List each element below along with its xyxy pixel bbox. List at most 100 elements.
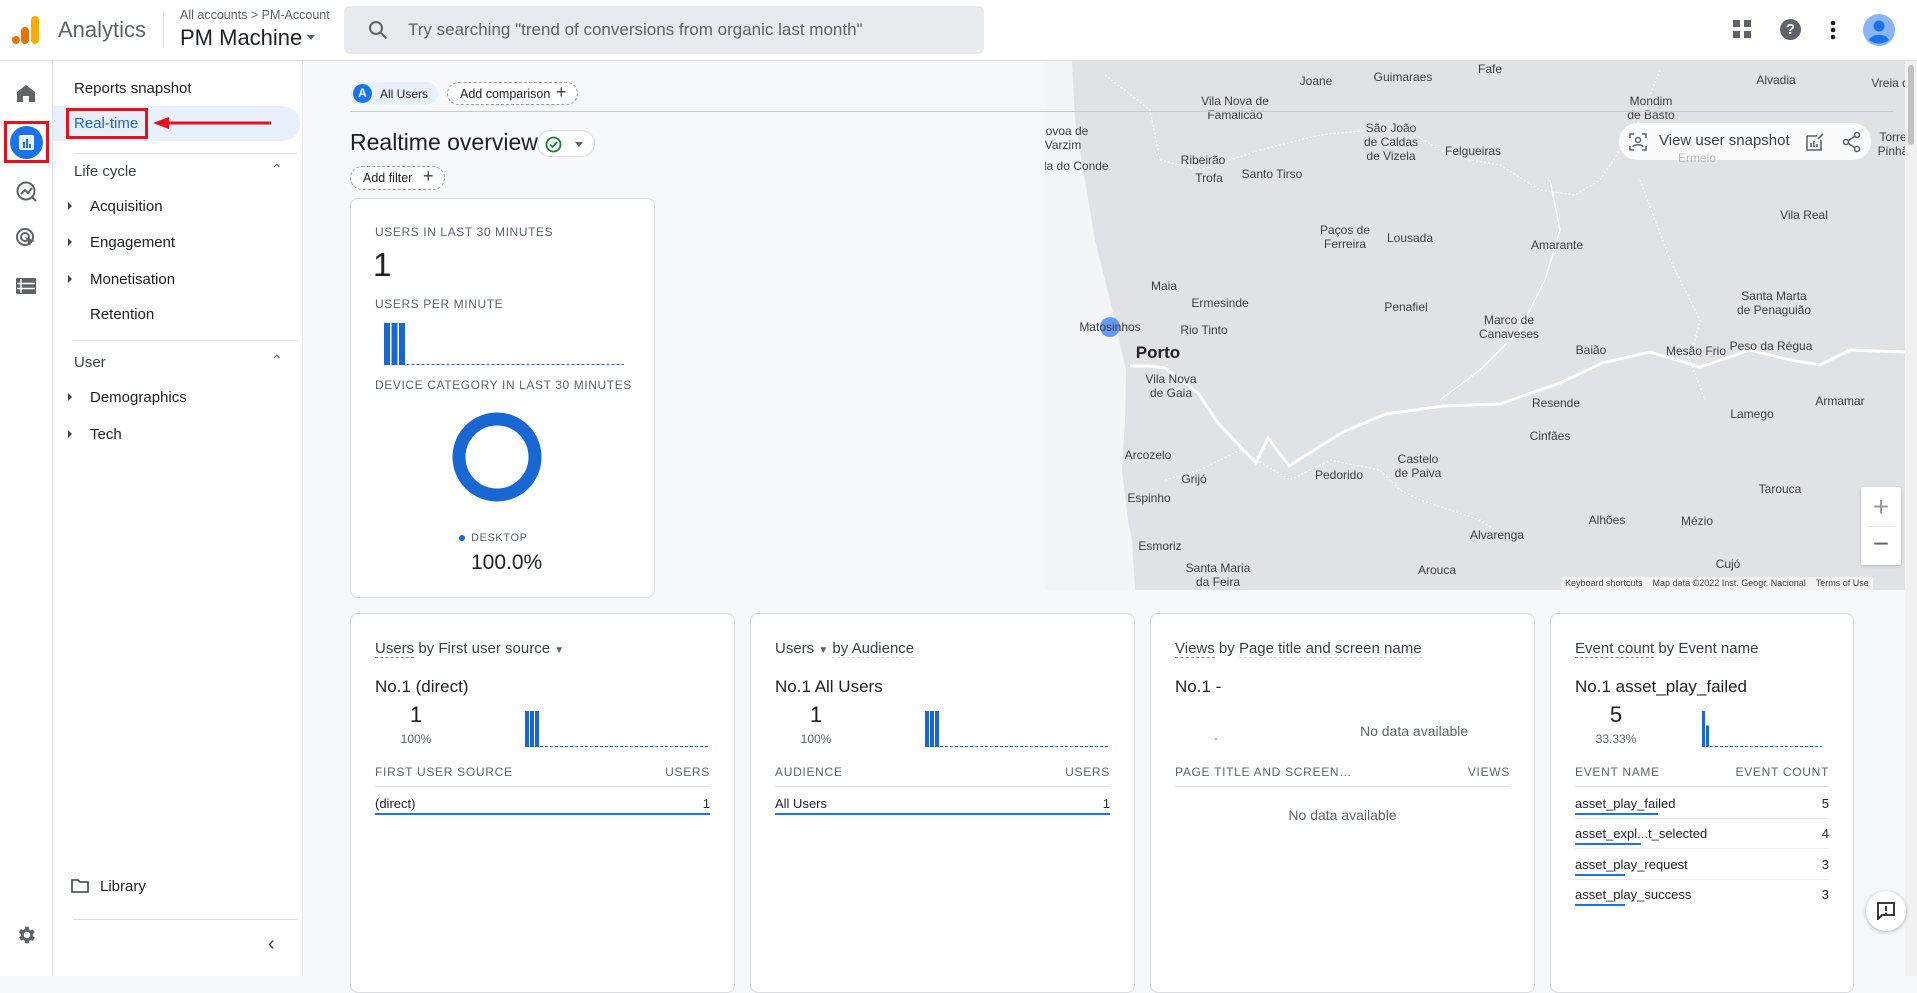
view-user-snapshot-button[interactable]: View user snapshot [1659, 132, 1790, 149]
map-place-label: Vila do Conde [1033, 159, 1109, 173]
keyboard-shortcuts-link[interactable]: Keyboard shortcuts [1565, 577, 1643, 590]
users-per-minute-chart[interactable] [384, 321, 624, 365]
avatar[interactable] [1863, 14, 1895, 46]
property-dropdown-icon[interactable] [307, 35, 315, 40]
nav-engagement[interactable]: Engagement [90, 234, 175, 251]
chevron-up-icon[interactable]: ⌃ [271, 352, 283, 369]
row-bar [1575, 813, 1658, 815]
card-title[interactable]: Event count by Event name [1575, 640, 1759, 658]
nav-demographics[interactable]: Demographics [90, 389, 187, 406]
segment-label: All Users [380, 87, 429, 101]
plus-icon: + [423, 166, 434, 186]
column-header: VIEWS [1467, 765, 1510, 779]
dropdown-icon: ▼ [818, 645, 829, 656]
zoom-in-button[interactable]: + [1861, 487, 1901, 526]
column-header: AUDIENCE [775, 765, 843, 779]
nav-acquisition[interactable]: Acquisition [90, 198, 163, 215]
card-title[interactable]: Views by Page title and screen name [1175, 640, 1422, 658]
property-selector[interactable]: PM Machine [180, 25, 302, 51]
advertising-icon[interactable] [15, 227, 37, 249]
more-vert-icon[interactable] [1829, 19, 1837, 41]
settings-gear-icon[interactable] [15, 924, 37, 946]
terms-of-use-link[interactable]: Terms of Use [1816, 577, 1869, 590]
table-row[interactable]: All Users 1 [775, 796, 1110, 826]
nav-retention[interactable]: Retention [90, 306, 154, 323]
expand-arrow-icon[interactable] [68, 393, 72, 401]
reports-icon[interactable] [10, 126, 43, 159]
top-percent: 100% [800, 732, 832, 746]
segment-chip-all-users[interactable]: A All Users [351, 82, 438, 105]
map-place-label: Alvarenga [1469, 528, 1525, 542]
data-status-button[interactable] [537, 130, 595, 157]
minute-bar [930, 711, 934, 747]
top-bar: Analytics All accounts > PM-Account PM M… [0, 0, 1917, 61]
device-legend-label: DESKTOP [471, 532, 528, 544]
users-per-minute-label: Users per minute [375, 297, 504, 311]
share-icon[interactable] [1841, 131, 1863, 153]
minute-bar [525, 711, 529, 747]
nav-tech[interactable]: Tech [90, 426, 122, 443]
table-row[interactable]: asset_play_failed 5 [1575, 796, 1829, 826]
top-item: No.1 All Users [775, 677, 883, 696]
map-place-label: Porto [1135, 343, 1181, 362]
account-breadcrumb[interactable]: All accounts > PM-Account [180, 8, 330, 22]
expand-arrow-icon[interactable] [68, 202, 72, 210]
top-value: 1 [409, 702, 423, 727]
event-count: 3 [1821, 886, 1829, 902]
add-comparison-button[interactable]: Add comparison + [447, 82, 578, 105]
nav-section-user[interactable]: User [74, 354, 106, 371]
nav-monetisation[interactable]: Monetisation [90, 271, 175, 288]
column-header: PAGE TITLE AND SCREEN… [1175, 765, 1352, 779]
map-place-label: Alhões [1588, 513, 1626, 527]
expand-arrow-icon[interactable] [68, 275, 72, 283]
map-place-label: Lousada [1386, 231, 1434, 245]
table-row[interactable]: asset_play_request 3 [1575, 857, 1829, 887]
table-row[interactable]: asset_expl...t_selected 4 [1575, 826, 1829, 856]
table-row[interactable]: (direct) 1 [375, 796, 710, 826]
map-place-label: Vreia d [1871, 76, 1909, 90]
nav-realtime-label[interactable]: Real-time [74, 115, 138, 132]
explore-icon[interactable] [15, 180, 37, 202]
folder-icon [71, 879, 89, 893]
minute-bar [384, 323, 390, 365]
chevron-up-icon[interactable]: ⌃ [271, 161, 283, 178]
configure-list-icon[interactable] [16, 278, 36, 294]
nav-reports-snapshot[interactable]: Reports snapshot [74, 80, 192, 97]
table-row[interactable]: asset_play_success 3 [1575, 887, 1829, 917]
top-value: 5 [1609, 702, 1623, 727]
collapse-nav-icon[interactable]: ‹ [268, 933, 275, 956]
map-place-label: Ermelo [1677, 151, 1717, 165]
card-title[interactable]: Users ▼ by Audience [775, 640, 915, 658]
add-filter-button[interactable]: Add filter + [350, 166, 445, 190]
minute-chart[interactable] [525, 709, 710, 747]
map-place-label: Cujó [1715, 557, 1741, 571]
page-scrollbar[interactable] [1905, 61, 1917, 976]
card-title[interactable]: Users by First user source ▼ [375, 640, 565, 658]
zoom-out-button[interactable]: − [1861, 526, 1901, 565]
map-place-label: Peso da Régua [1729, 339, 1813, 353]
help-icon[interactable]: ? [1780, 19, 1801, 40]
apps-grid-icon[interactable] [1733, 20, 1751, 38]
home-icon[interactable] [16, 84, 36, 102]
minute-chart[interactable] [925, 709, 1110, 747]
map-place-label: Paços de Ferreira [1319, 223, 1371, 251]
search-placeholder: Try searching "trend of conversions from… [408, 20, 863, 39]
map-data-text: Map data ©2022 Inst. Geogr. Nacional [1652, 578, 1806, 588]
top-item: No.1 - [1175, 677, 1222, 696]
dropdown-icon: ▼ [554, 645, 565, 656]
map-place-label: Vila Real [1780, 208, 1828, 222]
map-place-label: Fafe [1477, 62, 1503, 76]
nav-library[interactable]: Library [100, 878, 146, 895]
column-header: USERS [1065, 765, 1110, 779]
minute-chart[interactable] [1702, 709, 1822, 747]
device-donut-chart[interactable] [445, 405, 549, 509]
event-name: asset_play_request [1575, 856, 1688, 872]
search-input[interactable]: Try searching "trend of conversions from… [344, 6, 984, 54]
expand-arrow-icon[interactable] [68, 238, 72, 246]
expand-arrow-icon[interactable] [68, 430, 72, 438]
map-place-label: Mézio [1680, 514, 1714, 528]
map-place-label: Baião [1575, 343, 1607, 357]
feedback-button[interactable] [1866, 891, 1906, 931]
customize-report-icon[interactable] [1804, 131, 1826, 153]
nav-section-lifecycle[interactable]: Life cycle [74, 163, 137, 180]
